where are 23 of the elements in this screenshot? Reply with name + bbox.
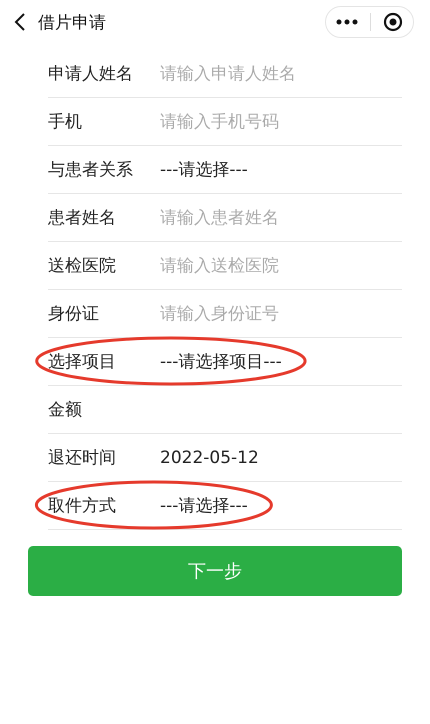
- select-field[interactable]: ---请选择---: [160, 494, 248, 517]
- page-title: 借片申请: [38, 12, 106, 34]
- select-field[interactable]: 2022-05-12: [160, 448, 259, 468]
- field-label: 申请人姓名: [48, 63, 134, 85]
- field-label: 与患者关系: [48, 159, 134, 181]
- input-field[interactable]: 请输入送检医院: [160, 256, 390, 276]
- field-label: 金额: [48, 399, 83, 421]
- input-field[interactable]: 请输入身份证号: [160, 304, 390, 324]
- field-label: 取件方式: [48, 495, 117, 517]
- field-label: 送检医院: [48, 255, 117, 277]
- back-icon[interactable]: [14, 12, 26, 32]
- field-label: 选择项目: [48, 351, 117, 373]
- field-label: 身份证: [48, 303, 100, 325]
- select-field[interactable]: ---请选择---: [160, 158, 248, 181]
- field-label: 手机: [48, 111, 83, 133]
- select-field[interactable]: ---请选择项目---: [160, 350, 282, 373]
- close-target-icon[interactable]: [383, 12, 403, 32]
- field-label: 患者姓名: [48, 207, 117, 229]
- more-icon[interactable]: [336, 19, 358, 25]
- input-field[interactable]: 请输入患者姓名: [160, 208, 390, 228]
- input-field[interactable]: 请输入手机号码: [160, 112, 390, 132]
- field-label: 退还时间: [48, 447, 117, 469]
- input-field[interactable]: 请输入申请人姓名: [160, 64, 390, 84]
